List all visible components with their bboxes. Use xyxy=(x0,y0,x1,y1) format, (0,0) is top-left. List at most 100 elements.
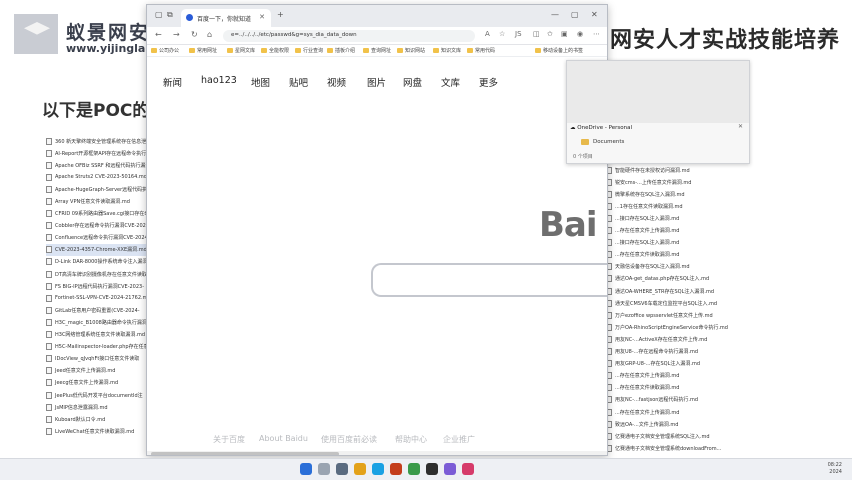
split-screen-icon[interactable]: ◫ xyxy=(533,30,540,38)
file-list-item[interactable]: Jeed任意文件上传漏洞.md xyxy=(46,365,156,377)
baidu-nav-link[interactable]: 视频 xyxy=(327,75,346,89)
file-list-item[interactable]: 用友U8-...存在远程命令执行漏洞.md xyxy=(606,346,826,358)
file-list-item[interactable]: Cobbler存在远程命令执行漏洞CVE-2024- xyxy=(46,220,156,232)
file-list-item[interactable]: H3C网络管理系统任意文件读取漏洞.md xyxy=(46,329,156,341)
app-icon[interactable] xyxy=(444,463,456,475)
onedrive-folder-documents[interactable]: Documents xyxy=(581,139,624,145)
onedrive-panel[interactable]: ☁ OneDrive - Personal ✕ Documents 0 个项目 xyxy=(566,60,750,164)
terminal-icon[interactable] xyxy=(426,463,438,475)
bookmark-item[interactable]: 星网文库 xyxy=(227,47,255,54)
baidu-nav-link[interactable]: 图片 xyxy=(367,75,386,89)
baidu-nav-link[interactable]: 文库 xyxy=(441,75,460,89)
back-icon[interactable]: ← xyxy=(155,30,162,39)
scrollbar-thumb[interactable] xyxy=(151,452,339,455)
file-list-item[interactable]: ...存在任意文件上传漏洞.md xyxy=(606,370,826,382)
file-list-item[interactable]: Apache Struts2 CVE-2023-50164.md xyxy=(46,171,156,183)
file-list-item[interactable]: 亿赛通电子文档安全管理系统downloadFrom... xyxy=(606,442,826,454)
bookmark-item[interactable]: 插板介绍 xyxy=(327,47,355,54)
start-icon[interactable] xyxy=(300,463,312,475)
file-list-item[interactable]: D-Link DAR-8000操作系统命令注入漏洞 xyxy=(46,256,156,268)
clock[interactable]: 08:22 2024 xyxy=(828,462,842,476)
file-list-item[interactable]: 用友NC-...ActiveX存在任意文件上传.md xyxy=(606,333,826,345)
file-list-item[interactable]: 360 新天擎终端安全管理系统存在信息泄露 xyxy=(46,135,156,147)
favorites-bar-icon[interactable]: ✩ xyxy=(547,30,553,38)
file-list-item[interactable]: JsMIP信息泄露漏洞.md xyxy=(46,401,156,413)
file-list-item[interactable]: 通达OA-WHERE_STR存在SQL注入漏洞.md xyxy=(606,285,826,297)
bookmark-item[interactable]: 公司办公 xyxy=(151,47,179,54)
file-list-item[interactable]: Apache-HugeGraph-Server远程代码执行 xyxy=(46,183,156,195)
bookmark-item[interactable]: 全能权限 xyxy=(261,47,289,54)
baidu-nav-link[interactable]: 网盘 xyxy=(403,75,422,89)
file-list-item[interactable]: IDocView_qJvqhFt接口任意文件读取 xyxy=(46,353,156,365)
bookmark-item[interactable]: 常用网址 xyxy=(189,47,217,54)
baidu-search-input[interactable] xyxy=(371,263,607,297)
forward-icon[interactable]: → xyxy=(173,30,180,39)
js-extension-icon[interactable]: JS xyxy=(515,30,522,38)
file-list-item[interactable]: H5C-Mailinspector-loader.php存在任意 xyxy=(46,341,156,353)
bookmark-item[interactable]: 常用代码 xyxy=(467,47,495,54)
file-list-item[interactable]: ...存在任意文件上传漏洞.md xyxy=(606,406,826,418)
file-list-item[interactable]: Jeecg任意文件上传漏洞.md xyxy=(46,377,156,389)
baidu-footer-link[interactable]: 使用百度前必读 xyxy=(321,434,377,445)
file-list-item[interactable]: 万户OA-RhinoScriptEngineService命令执行.md xyxy=(606,321,826,333)
file-list-item[interactable]: 通天星CMSV6车载定位监控平台SQL注入.md xyxy=(606,297,826,309)
file-list-item[interactable]: CVE-2023-4357-Chrome-XXE漏洞.md xyxy=(46,243,156,256)
tab-actions-icon[interactable]: ⧉ xyxy=(167,10,173,20)
file-explorer-icon[interactable] xyxy=(354,463,366,475)
file-list-item[interactable]: AI-Report开源框架API存在远程命令执行 xyxy=(46,147,156,159)
file-list-item[interactable]: 亿赛通电子文档安全管理系统SQL注入.md xyxy=(606,430,826,442)
file-list-item[interactable]: CFRID 09系列路由器Save.cgi接口存在命令 xyxy=(46,208,156,220)
file-list-item[interactable]: ...1存在任意文件读取漏洞.md xyxy=(606,200,826,212)
file-list-item[interactable]: ...接口存在SQL注入漏洞.md xyxy=(606,237,826,249)
address-bar[interactable]: e=../../../../etc/passwd&g=sys_dia_data_… xyxy=(223,30,475,42)
maximize-icon[interactable]: ▢ xyxy=(571,10,579,19)
file-list-item[interactable]: GitLab任意用户密码重置(CVE-2024- xyxy=(46,304,156,316)
file-list-item[interactable]: Array VPN任意文件读取漏洞.md xyxy=(46,195,156,207)
file-list-item[interactable]: FS BIG-IP远程代码执行漏洞CVE-2023- xyxy=(46,280,156,292)
wechat-icon[interactable] xyxy=(408,463,420,475)
file-list-item[interactable]: Confluence远程命令执行漏洞CVE-2024- xyxy=(46,232,156,244)
app2-icon[interactable] xyxy=(462,463,474,475)
baidu-nav-link[interactable]: 更多 xyxy=(479,75,498,89)
minimize-icon[interactable]: — xyxy=(551,10,559,19)
edge-icon[interactable] xyxy=(372,463,384,475)
baidu-footer-link[interactable]: 帮助中心 xyxy=(395,434,427,445)
file-list-item[interactable]: DT高清车牌识别摄像机存在任意文件读取 xyxy=(46,268,156,280)
file-list-item[interactable]: Kuboard默认口令.md xyxy=(46,413,156,425)
browser-window[interactable]: ▢ ⧉ 百度一下，你就知道 ✕ + — ▢ ✕ ← → ↻ ⌂ e=../../… xyxy=(146,4,608,456)
bookmark-item[interactable]: 知识文库 xyxy=(433,47,461,54)
baidu-nav-link[interactable]: 贴吧 xyxy=(289,75,308,89)
file-list-item[interactable]: 用友NC-...fastjson远程代码执行.md xyxy=(606,394,826,406)
more-menu-icon[interactable]: ⋯ xyxy=(593,30,600,38)
home-icon[interactable]: ⌂ xyxy=(207,30,212,39)
tab-baidu[interactable]: 百度一下，你就知道 ✕ xyxy=(181,9,271,27)
file-list-item[interactable]: 微擎系统存在SQL注入漏洞.md xyxy=(606,188,826,200)
powerpoint-icon[interactable] xyxy=(390,463,402,475)
file-list-item[interactable]: 用友GRP-U8-...存在SQL注入漏洞.md xyxy=(606,358,826,370)
file-list-item[interactable]: 万户ezoffice wpsservlet任意文件上传.md xyxy=(606,309,826,321)
bookmark-item[interactable]: 行业查询 xyxy=(295,47,323,54)
file-list-item[interactable]: H3C_magic_B1008路由器命令执行漏洞 xyxy=(46,316,156,328)
collections-icon[interactable]: ▣ xyxy=(561,30,568,38)
baidu-nav-link[interactable]: hao123 xyxy=(201,75,237,86)
file-list-item[interactable]: 天融信设备存在SQL注入漏洞.md xyxy=(606,261,826,273)
bookmark-item[interactable]: 查询网址 xyxy=(363,47,391,54)
bookmark-mobile[interactable]: 移动设备上的书签 xyxy=(535,47,583,54)
file-list-item[interactable]: 锐安cms-...上传任意文件漏洞.md xyxy=(606,176,826,188)
tab-close-icon[interactable]: ✕ xyxy=(259,13,265,21)
onedrive-tab[interactable]: ☁ OneDrive - Personal xyxy=(570,125,632,131)
task-view-icon[interactable] xyxy=(336,463,348,475)
baidu-footer-link[interactable]: About Baidu xyxy=(259,434,308,443)
close-window-icon[interactable]: ✕ xyxy=(591,10,598,19)
file-list-item[interactable]: 致远OA-...文件上传漏洞.md xyxy=(606,418,826,430)
file-list-item[interactable]: ...存在任意文件读取漏洞.md xyxy=(606,382,826,394)
file-list-item[interactable]: JeePlus低代码开发平台documentId注 xyxy=(46,389,156,401)
baidu-nav-link[interactable]: 地图 xyxy=(251,75,270,89)
profile-icon[interactable]: ◉ xyxy=(577,30,583,38)
file-list-item[interactable]: ...存在任意文件读取漏洞.md xyxy=(606,249,826,261)
file-list-item[interactable]: 通达OA-get_datas.php存在SQL注入.md xyxy=(606,273,826,285)
horizontal-scrollbar[interactable] xyxy=(147,451,607,455)
file-list-item[interactable]: LiveWeChat任意文件读取漏洞.md xyxy=(46,425,156,437)
refresh-icon[interactable]: ↻ xyxy=(191,30,198,39)
file-list-item[interactable]: Apache OFBiz SSRF 和远程代码执行漏洞 xyxy=(46,159,156,171)
